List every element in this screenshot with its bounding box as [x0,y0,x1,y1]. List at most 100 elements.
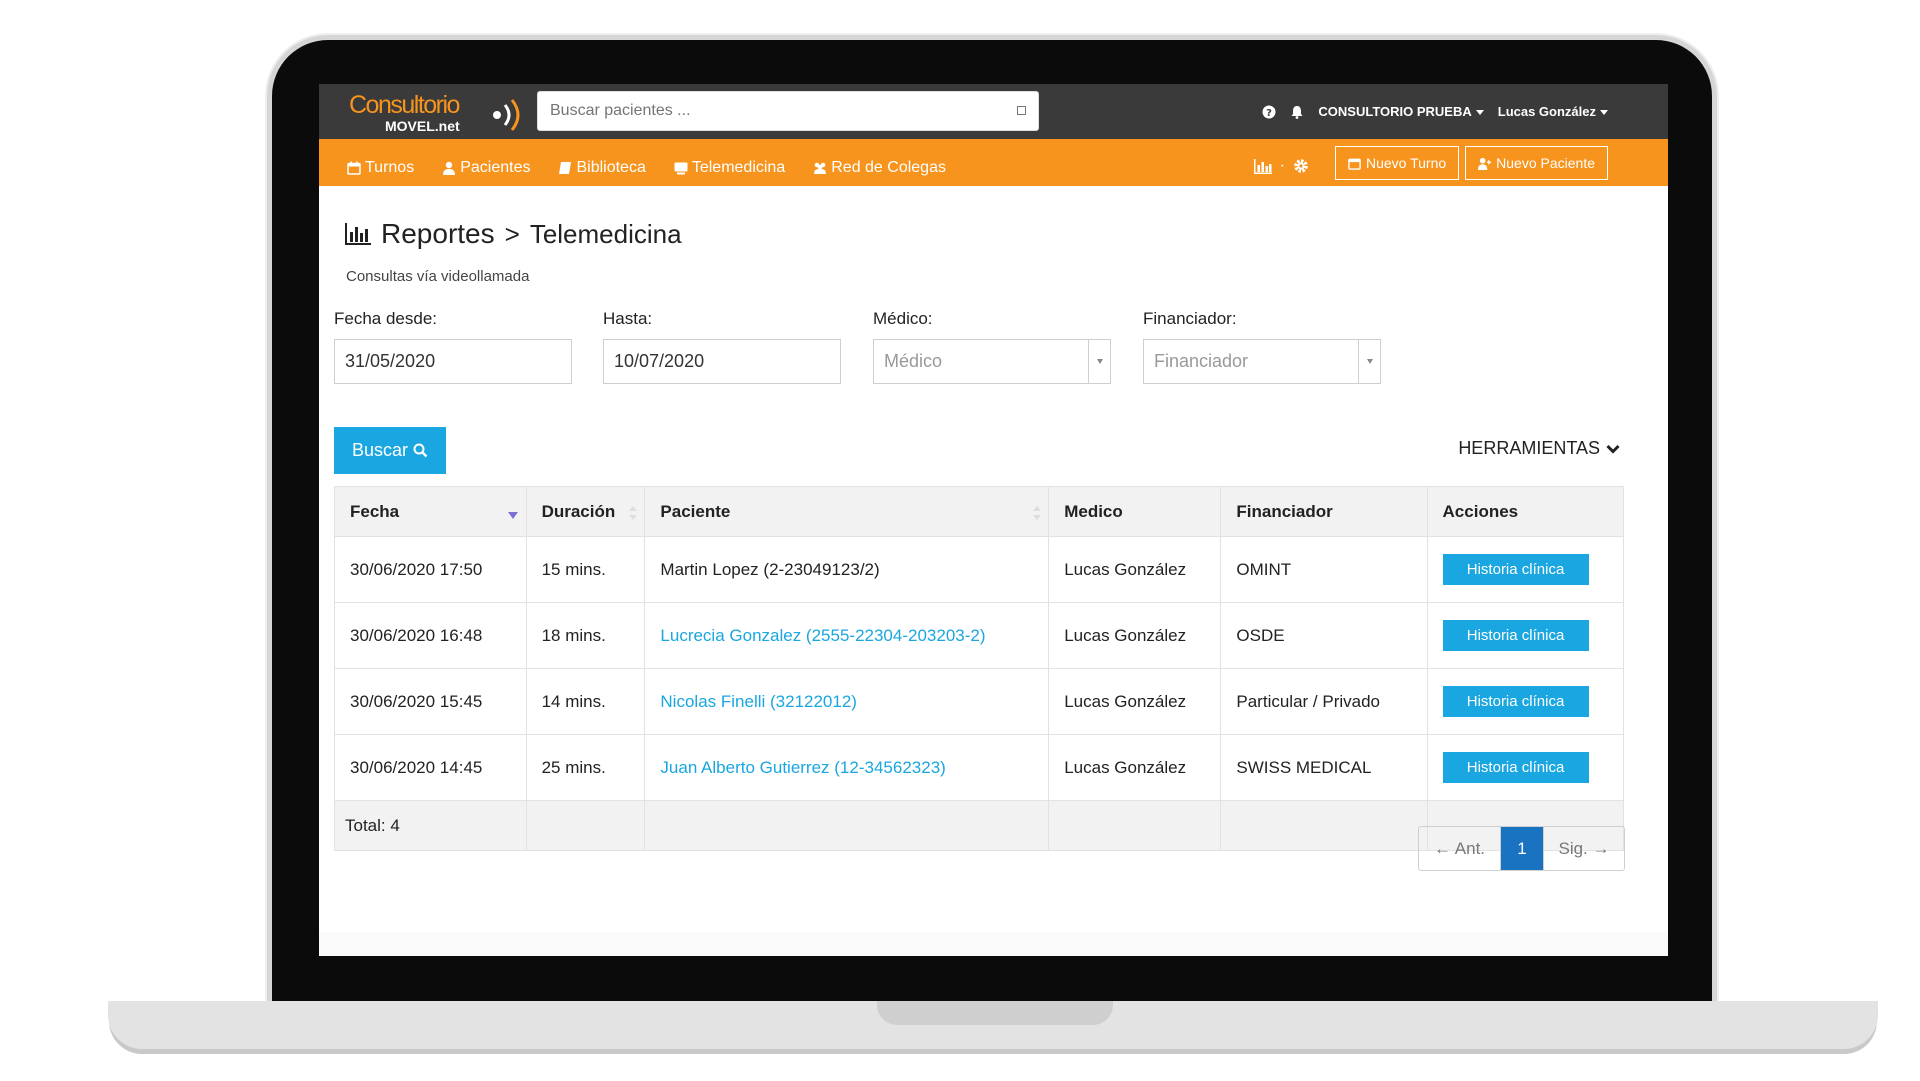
cell-duracion: 15 mins. [525,536,646,603]
cell-duracion: 14 mins. [525,668,646,735]
buscar-label: Buscar [351,440,409,460]
historia-clinica-button[interactable]: Historia clínica [1442,752,1589,783]
herramientas-dropdown[interactable]: HERRAMIENTAS [1458,438,1620,459]
new-paciente-label: Nuevo Paciente [1496,155,1595,171]
cell-acciones: Historia clínica [1426,536,1625,603]
search-input[interactable] [538,92,998,130]
user-dropdown[interactable]: Lucas González [1498,104,1608,119]
medico-label: Médico: [873,309,933,328]
col-paciente[interactable]: Paciente [644,486,1050,537]
nav-item-biblioteca[interactable]: Biblioteca [558,149,646,177]
cell-acciones: Historia clínica [1426,734,1625,801]
logo-bottom-text: MOVEL.net [385,118,460,134]
cell-medico: Lucas González [1048,602,1222,669]
search-icon [413,443,428,458]
patient-link[interactable]: Juan Alberto Gutierrez (12-34562323) [660,758,945,777]
fecha-desde-input[interactable]: 31/05/2020 [334,339,572,384]
col-paciente-label: Paciente [660,501,731,521]
col-duracion-label: Duración [541,501,616,521]
page-subtitle: Consultas vía videollamada [346,268,530,285]
search-clear-icon[interactable] [1017,106,1026,115]
cell-acciones: Historia clínica [1426,668,1625,735]
screen: Consultorio MOVEL.net ? CONSULTORIO PRUE… [319,84,1668,956]
hasta-input[interactable]: 10/07/2020 [603,339,841,384]
calendar-icon [347,161,361,175]
footer-strip [319,932,1668,956]
pagination-current-page[interactable]: 1 [1501,827,1543,870]
bell-icon[interactable] [1290,105,1304,119]
cell-medico: Lucas González [1048,536,1222,603]
financiador-select[interactable]: Financiador [1143,339,1381,384]
nav-item-turnos[interactable]: Turnos [347,149,414,177]
cell-paciente: Lucrecia Gonzalez (2555-22304-203203-2) [644,602,1050,669]
bar-chart-icon[interactable] [1253,158,1272,174]
nav-label: Pacientes [460,158,531,176]
table-row: 30/06/2020 15:45 14 mins. Nicolas Finell… [334,668,1625,735]
cell-financiador: SWISS MEDICAL [1220,734,1428,801]
col-duracion[interactable]: Duración [525,486,646,537]
nav-item-telemedicina[interactable]: Telemedicina [674,149,785,177]
nav-label: Red de Colegas [831,158,946,176]
main-nav: Turnos Pacientes Biblioteca Telemedicina… [319,139,1668,186]
user-icon [443,161,456,175]
cell-medico: Lucas González [1048,734,1222,801]
report-table: Fecha Duración Paciente Medico Financiad… [334,486,1625,851]
cell-fecha: 30/06/2020 17:50 [334,536,527,603]
col-fecha[interactable]: Fecha [334,486,527,537]
cell-fecha: 30/06/2020 16:48 [334,602,527,669]
pagination-next[interactable]: Sig. → [1543,827,1624,870]
empty-cell [525,800,646,851]
cell-paciente: Martin Lopez (2-23049123/2) [644,536,1050,603]
breadcrumb-reportes[interactable]: Reportes [381,218,495,250]
historia-clinica-button[interactable]: Historia clínica [1442,686,1589,717]
cell-paciente: Nicolas Finelli (32122012) [644,668,1050,735]
table-row: 30/06/2020 14:45 25 mins. Juan Alberto G… [334,734,1625,801]
cell-acciones: Historia clínica [1426,602,1625,669]
pagination-prev[interactable]: ← Ant. [1419,827,1501,870]
nav-dot: · [1279,157,1285,174]
new-paciente-button[interactable]: Nuevo Paciente [1465,146,1608,180]
col-acciones: Acciones [1426,486,1625,537]
sort-icon [1033,506,1042,520]
col-financiador-label: Financiador [1236,501,1333,521]
table-header-row: Fecha Duración Paciente Medico Financiad… [334,486,1625,537]
breadcrumb-telemedicina: Telemedicina [529,218,682,249]
medico-placeholder: Médico [884,351,943,371]
col-financiador: Financiador [1220,486,1428,537]
fecha-desde-label: Fecha desde: [334,309,438,328]
sort-icon [629,506,638,520]
patient-link[interactable]: Nicolas Finelli (32122012) [660,692,857,711]
new-turno-button[interactable]: Nuevo Turno [1334,146,1460,180]
filter-fecha-desde: Fecha desde: 31/05/2020 [334,309,628,384]
empty-cell [644,800,1050,851]
empty-cell [1048,800,1222,851]
gear-icon[interactable] [1293,158,1309,174]
nav-item-pacientes[interactable]: Pacientes [442,149,530,177]
filter-financiador: Financiador: Financiador [1143,309,1437,384]
chevron-down-icon [1088,340,1110,383]
nav-label: Telemedicina [691,158,786,176]
col-medico: Medico [1048,486,1222,537]
historia-clinica-button[interactable]: Historia clínica [1442,554,1589,585]
cell-financiador: OSDE [1220,602,1428,669]
users-icon [814,162,827,174]
consultorio-name: CONSULTORIO PRUEBA [1318,104,1472,119]
patient-link[interactable]: Lucrecia Gonzalez (2555-22304-203203-2) [660,626,985,645]
sort-desc-icon [507,512,518,519]
help-icon[interactable]: ? [1262,105,1276,119]
app-logo[interactable]: Consultorio MOVEL.net [349,89,524,135]
logo-top-text: Consultorio [349,91,460,119]
medico-select[interactable]: Médico [873,339,1111,384]
caret-down-icon [1475,110,1484,116]
buscar-button[interactable]: Buscar [334,427,446,474]
consultorio-dropdown[interactable]: CONSULTORIO PRUEBA [1318,104,1484,119]
table-row: 30/06/2020 17:50 15 mins. Martin Lopez (… [334,536,1625,603]
total-cell: Total: 4 [334,800,527,851]
historia-clinica-button[interactable]: Historia clínica [1442,620,1589,651]
signal-icon [493,99,520,131]
cell-financiador: OMINT [1220,536,1428,603]
new-turno-label: Nuevo Turno [1365,155,1447,171]
cell-duracion: 25 mins. [525,734,646,801]
herramientas-label: HERRAMIENTAS [1458,438,1600,458]
nav-item-red-de-colegas[interactable]: Red de Colegas [813,149,946,177]
